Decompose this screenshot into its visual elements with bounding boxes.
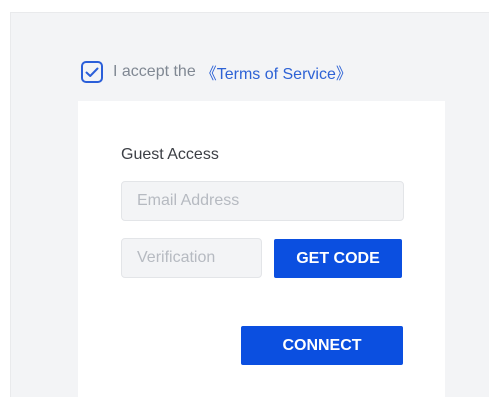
guest-access-title: Guest Access — [121, 146, 219, 163]
login-page: I accept the 《Terms of Service》 Guest Ac… — [0, 0, 489, 397]
verification-code-input[interactable]: Verification — [121, 238, 262, 278]
email-placeholder: Email Address — [137, 192, 240, 209]
terms-checkbox[interactable] — [81, 61, 103, 83]
email-address-input[interactable]: Email Address — [121, 181, 404, 221]
terms-prefix-text: I accept the — [113, 63, 196, 80]
get-code-button[interactable]: GET CODE — [274, 239, 402, 278]
connect-button[interactable]: CONNECT — [241, 326, 403, 365]
terms-of-service-link[interactable]: 《Terms of Service》 — [201, 60, 352, 84]
verification-placeholder: Verification — [137, 249, 216, 266]
terms-acceptance-row: I accept the 《Terms of Service》 — [81, 58, 352, 86]
checkmark-icon — [85, 67, 99, 77]
